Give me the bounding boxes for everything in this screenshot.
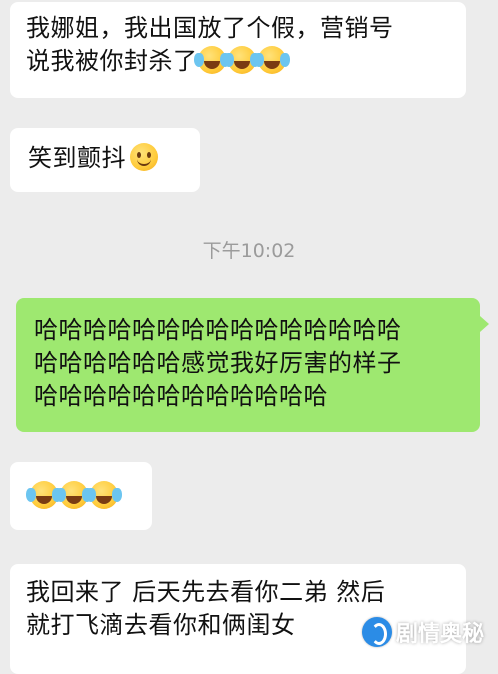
watermark-logo-icon (361, 617, 392, 647)
laugh-crying-emoji-icon (253, 46, 286, 74)
watermark-text: 剧情奥秘 (395, 622, 484, 647)
message-text: 哈哈哈哈哈哈哈哈哈哈哈哈哈哈哈 (34, 316, 402, 344)
message-bubble-incoming[interactable]: 我娜姐，我出国放了个假，营销号 说我被你封杀了 (10, 2, 466, 98)
message-text: 我回来了 后天先去看你二弟 然后 (26, 578, 386, 606)
message-bubble-incoming[interactable]: 笑到颤抖 (10, 128, 200, 192)
message-timestamp: 下午10:02 (202, 240, 296, 262)
laugh-crying-emoji-icon (26, 481, 58, 509)
smile-emoji-icon (130, 143, 158, 171)
watermark: 剧情奥秘 (361, 615, 484, 649)
chat-area[interactable]: 我娜姐，我出国放了个假，营销号 说我被你封杀了 笑到颤抖 下午10:02 哈哈哈… (0, 0, 498, 674)
message-text: 笑到颤抖 (28, 144, 126, 172)
laugh-crying-emoji-icon (193, 46, 226, 74)
message-text: 哈哈哈哈哈哈感觉我好厉害的样子 (34, 349, 402, 377)
message-text: 哈哈哈哈哈哈哈哈哈哈哈哈 (34, 382, 328, 410)
laugh-crying-emoji-icon (56, 481, 88, 509)
laugh-crying-emoji-icon (223, 46, 256, 74)
message-text: 我娜姐，我出国放了个假，营销号 (26, 14, 394, 42)
message-bubble-incoming[interactable] (10, 462, 152, 530)
message-bubble-outgoing[interactable]: 哈哈哈哈哈哈哈哈哈哈哈哈哈哈哈 哈哈哈哈哈哈感觉我好厉害的样子 哈哈哈哈哈哈哈哈… (16, 298, 489, 432)
laugh-crying-emoji-icon (86, 481, 118, 509)
message-text: 说我被你封杀了 (26, 47, 198, 75)
